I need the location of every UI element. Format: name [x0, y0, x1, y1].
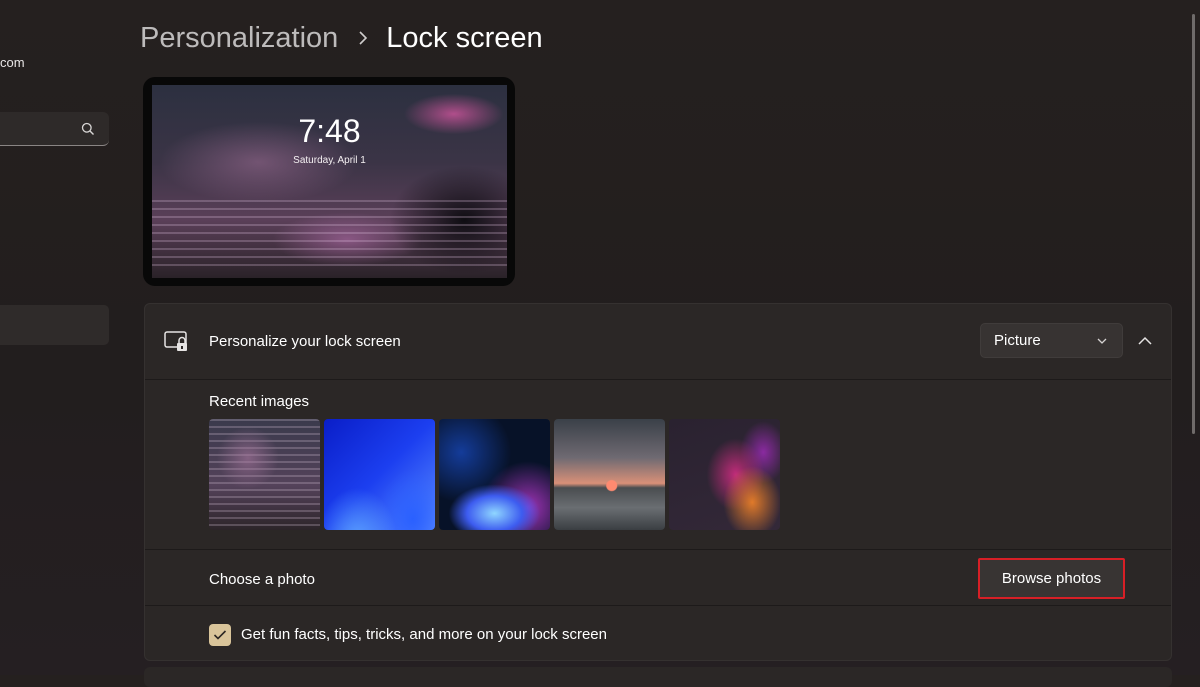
recent-images-list — [209, 419, 780, 530]
chevron-right-icon — [359, 31, 368, 45]
recent-image-1[interactable] — [209, 419, 320, 530]
breadcrumb-personalization[interactable]: Personalization — [140, 22, 338, 55]
divider — [145, 379, 1171, 380]
page-title: Lock screen — [386, 21, 543, 54]
fun-facts-label[interactable]: Get fun facts, tips, tricks, and more on… — [241, 626, 607, 643]
recent-image-5[interactable] — [669, 419, 780, 530]
lock-screen-preview: 7:48 Saturday, April 1 — [143, 77, 515, 286]
divider — [145, 605, 1171, 606]
recent-image-2[interactable] — [324, 419, 435, 530]
fun-facts-checkbox[interactable] — [209, 624, 231, 646]
choose-photo-label: Choose a photo — [209, 571, 315, 588]
sidebar-item-personalization[interactable] — [0, 305, 109, 345]
personalize-lock-screen-header[interactable]: Personalize your lock screen Picture — [145, 304, 1171, 379]
divider — [145, 549, 1171, 550]
dropdown-selected-value: Picture — [994, 332, 1041, 349]
next-setting-card[interactable] — [144, 667, 1172, 687]
recent-image-4[interactable] — [554, 419, 665, 530]
chevron-down-icon — [1097, 338, 1107, 344]
lock-screen-type-dropdown[interactable]: Picture — [980, 323, 1123, 358]
recent-images-label: Recent images — [209, 393, 310, 410]
scrollbar-thumb[interactable] — [1192, 14, 1195, 434]
preview-date: Saturday, April 1 — [293, 155, 366, 166]
preview-image: 7:48 Saturday, April 1 — [152, 85, 507, 278]
browse-photos-button[interactable]: Browse photos — [978, 558, 1125, 599]
breadcrumb: Personalization Lock screen — [140, 18, 543, 58]
checkmark-icon — [213, 630, 227, 640]
preview-time: 7:48 — [298, 113, 361, 149]
chevron-up-icon[interactable] — [1135, 332, 1155, 350]
lock-screen-icon — [164, 331, 187, 351]
personalize-lock-screen-label: Personalize your lock screen — [209, 333, 401, 350]
search-input[interactable] — [0, 112, 89, 144]
scrollbar[interactable] — [1192, 0, 1196, 675]
account-email: com — [0, 55, 25, 70]
recent-image-3[interactable] — [439, 419, 550, 530]
search-box[interactable] — [0, 112, 109, 146]
search-icon[interactable] — [81, 122, 95, 136]
personalize-lock-screen-card: Personalize your lock screen Picture Rec… — [144, 303, 1172, 661]
